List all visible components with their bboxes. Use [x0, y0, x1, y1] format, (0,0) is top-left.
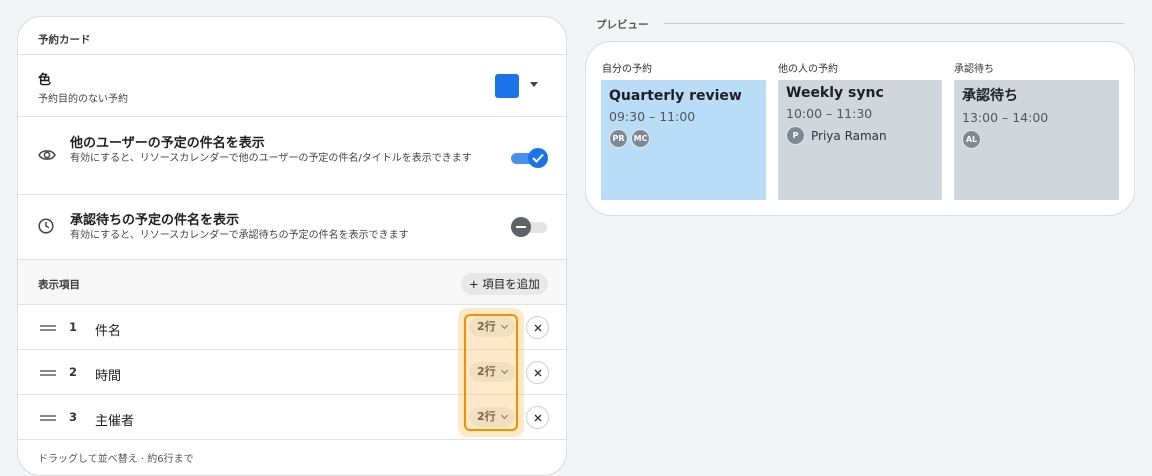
show-pending-titles-row: 承認待ちの予定の件名を表示 有効にすると、リソースカレンダーで承認待ちの予定の件… [18, 195, 566, 260]
color-setting-subtitle: 予約目的のない予約 [38, 94, 128, 105]
attendee-name: Priya Raman [811, 128, 887, 143]
footer-note: ドラッグして並べ替え · 約6行まで [38, 454, 194, 465]
focus-highlight-border [464, 314, 518, 431]
item-name: 件名 [95, 324, 122, 339]
close-icon [534, 324, 541, 331]
event-time: 10:00 – 11:30 [786, 106, 873, 121]
drag-handle-icon[interactable] [40, 370, 56, 376]
caret-down-icon[interactable] [530, 82, 538, 87]
item-name: 時間 [95, 369, 122, 384]
show-other-titles-description: 有効にすると、リソースカレンダーで他のユーザーの予定の件名/タイトルを表示できま… [70, 153, 472, 164]
avatar: MC [631, 129, 650, 148]
drag-handle-icon[interactable] [40, 325, 56, 331]
color-setting-title: 色 [38, 73, 52, 88]
preview-event-others: Weekly sync 10:00 – 11:30 P Priya Raman [778, 80, 942, 200]
color-setting-row[interactable]: 色 予約目的のない予約 [18, 55, 566, 117]
avatar: AL [962, 130, 981, 149]
show-other-titles-label: 他のユーザーの予定の件名を表示 [70, 136, 265, 151]
minus-icon [511, 217, 531, 237]
attendee-avatars: P Priya Raman [786, 126, 934, 145]
checkmark-icon [528, 148, 548, 168]
item-number: 3 [69, 410, 78, 424]
clock-icon [38, 218, 54, 234]
preview-event-mine: Quarterly review 09:30 – 11:00 PR MC [601, 80, 766, 200]
avatar: PR [609, 129, 628, 148]
display-items-header: 表示項目 + 項目を追加 [18, 260, 566, 305]
remove-item-button[interactable] [526, 406, 549, 429]
column-label-pending: 承認待ち [954, 64, 994, 75]
show-pending-titles-label: 承認待ちの予定の件名を表示 [70, 213, 240, 228]
drag-handle-icon[interactable] [40, 415, 56, 421]
attendee-avatars: AL [962, 130, 1111, 149]
remove-item-button[interactable] [526, 361, 549, 384]
card-header: 予約カード [18, 17, 566, 55]
show-other-titles-row: 他のユーザーの予定の件名を表示 有効にすると、リソースカレンダーで他のユーザーの… [18, 117, 566, 195]
item-number: 1 [69, 320, 78, 334]
avatar: P [786, 126, 805, 145]
show-pending-titles-toggle[interactable] [511, 217, 547, 237]
eye-icon [38, 150, 56, 160]
show-pending-titles-description: 有効にすると、リソースカレンダーで承認待ちの予定の件名を表示できます [70, 230, 409, 241]
item-name: 主催者 [95, 414, 135, 429]
preview-heading: プレビュー [596, 19, 649, 31]
column-label-others: 他の人の予約 [778, 64, 838, 75]
close-icon [534, 369, 541, 376]
attendee-avatars: PR MC [609, 129, 758, 148]
display-items-label: 表示項目 [38, 279, 80, 291]
preview-card: 自分の予約 他の人の予約 承認待ち Quarterly review 09:30… [585, 41, 1135, 216]
column-label-mine: 自分の予約 [602, 64, 652, 75]
divider [664, 23, 1124, 24]
show-other-titles-toggle[interactable] [511, 148, 548, 168]
event-time: 09:30 – 11:00 [609, 109, 696, 124]
remove-item-button[interactable] [526, 316, 549, 339]
preview-event-pending: 承認待ち 13:00 – 14:00 AL [954, 80, 1119, 200]
event-time: 13:00 – 14:00 [962, 110, 1049, 125]
color-swatch[interactable] [495, 74, 519, 98]
add-item-button[interactable]: + 項目を追加 [461, 273, 548, 295]
item-number: 2 [69, 365, 78, 379]
event-title: Quarterly review [609, 88, 742, 104]
close-icon [534, 414, 541, 421]
event-title: Weekly sync [786, 85, 884, 101]
event-title: 承認待ち [962, 88, 1018, 104]
